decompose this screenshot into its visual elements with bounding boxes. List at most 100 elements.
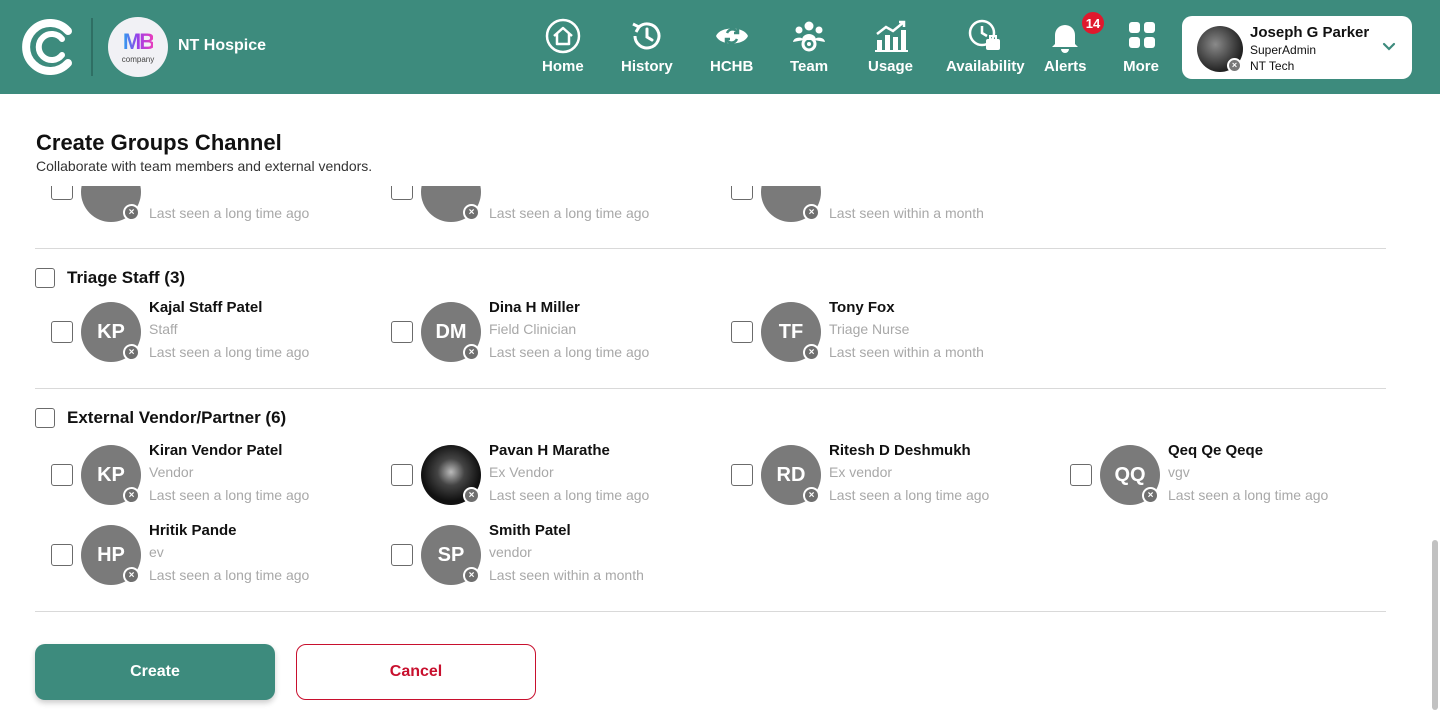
offline-status-icon: × — [463, 204, 480, 221]
offline-status-icon: × — [123, 204, 140, 221]
member-checkbox[interactable] — [1070, 464, 1092, 486]
nav-usage-label: Usage — [868, 58, 914, 75]
offline-status-icon: × — [463, 487, 480, 504]
list-item[interactable]: SP × Smith Patel vendor Last seen within… — [391, 522, 721, 592]
nav-alerts[interactable]: 14 Alerts — [1044, 10, 1106, 80]
nav-more[interactable]: More — [1123, 18, 1159, 80]
member-checkbox[interactable] — [731, 321, 753, 343]
top-navigation-bar: MB company NT Hospice Home History HCHB … — [0, 0, 1440, 94]
member-last-seen: Last seen a long time ago — [489, 344, 650, 360]
member-checkbox[interactable] — [51, 186, 73, 200]
member-name: Hritik Pande — [149, 522, 237, 539]
member-role: ev — [149, 544, 164, 560]
member-last-seen: Last seen a long time ago — [149, 567, 310, 583]
home-icon — [545, 18, 581, 54]
list-item[interactable]: TF × Tony Fox Triage Nurse Last seen wit… — [731, 299, 1061, 369]
member-last-seen: Last seen a long time ago — [1168, 487, 1329, 503]
section-divider — [35, 248, 1386, 249]
nav-hchb-label: HCHB — [710, 58, 754, 75]
group-header-triage-staff: Triage Staff (3) — [35, 268, 185, 288]
user-name: Joseph G Parker — [1250, 24, 1370, 41]
scrollbar[interactable] — [1432, 540, 1438, 710]
history-icon — [632, 22, 661, 50]
member-role: Vendor — [149, 464, 194, 480]
nav-team[interactable]: Team — [790, 18, 828, 80]
member-name: Tony Fox — [829, 299, 895, 316]
chevron-down-icon[interactable] — [1382, 40, 1396, 54]
member-checkbox[interactable] — [51, 321, 73, 343]
group-name: External Vendor/Partner (6) — [67, 408, 287, 427]
offline-status-icon: × — [463, 567, 480, 584]
alerts-count-badge: 14 — [1080, 10, 1106, 36]
list-item[interactable]: KP × Kiran Vendor Patel Vendor Last seen… — [51, 442, 381, 512]
user-org: NT Tech — [1250, 59, 1295, 73]
organization-name: NT Hospice — [178, 37, 267, 54]
list-item[interactable]: KP × Kajal Staff Patel Staff Last seen a… — [51, 299, 381, 369]
nav-team-label: Team — [790, 58, 829, 75]
member-last-seen: Last seen a long time ago — [149, 487, 310, 503]
list-item[interactable]: × Pavan H Marathe Ex Vendor Last seen a … — [391, 442, 721, 512]
group-checkbox[interactable] — [35, 268, 55, 288]
team-icon — [793, 21, 826, 52]
chart-icon — [874, 20, 908, 52]
member-name: Ritesh D Deshmukh — [829, 442, 971, 459]
nav-usage[interactable]: Usage — [868, 18, 913, 80]
member-checkbox[interactable] — [731, 186, 753, 200]
member-name: Kiran Vendor Patel — [149, 442, 283, 459]
bell-icon — [1052, 25, 1079, 53]
company-logo-caption: company — [121, 54, 155, 64]
availability-icon — [969, 19, 1001, 50]
group-header-external-vendor: External Vendor/Partner (6) — [35, 408, 286, 428]
company-logo: MB company — [108, 17, 168, 77]
member-checkbox[interactable] — [391, 186, 413, 200]
app-logo-icon[interactable] — [22, 17, 78, 77]
offline-status-icon: × — [123, 487, 140, 504]
list-item[interactable]: RD × Ritesh D Deshmukh Ex vendor Last se… — [731, 442, 1061, 512]
nav-availability[interactable]: Availability — [946, 18, 1025, 80]
member-checkbox[interactable] — [391, 464, 413, 486]
member-checkbox[interactable] — [391, 321, 413, 343]
member-last-seen: Last seen within a month — [829, 344, 984, 360]
user-profile-menu[interactable]: × Joseph G Parker SuperAdmin NT Tech — [1182, 16, 1412, 79]
offline-status-icon: × — [1142, 487, 1159, 504]
grid-icon — [1129, 22, 1155, 48]
member-last-seen: Last seen a long time ago — [489, 487, 650, 503]
sync-icon — [715, 28, 748, 44]
user-status-icon: × — [1227, 58, 1242, 73]
member-role: vendor — [489, 544, 532, 560]
member-name: Pavan H Marathe — [489, 442, 610, 459]
member-last-seen: Last seen within a month — [829, 205, 984, 221]
header-divider — [91, 18, 93, 76]
member-role: Triage Nurse — [829, 321, 910, 337]
member-last-seen: Last seen a long time ago — [489, 205, 650, 221]
member-checkbox[interactable] — [51, 544, 73, 566]
list-item[interactable]: HP × Hritik Pande ev Last seen a long ti… — [51, 522, 381, 592]
offline-status-icon: × — [803, 487, 820, 504]
cancel-button[interactable]: Cancel — [296, 644, 536, 700]
group-name: Triage Staff (3) — [67, 268, 186, 287]
nav-history-label: History — [621, 58, 673, 75]
nav-hchb[interactable]: HCHB — [710, 18, 753, 80]
page-subtitle: Collaborate with team members and extern… — [36, 158, 373, 174]
list-item[interactable]: × Last seen within a month — [731, 186, 1061, 226]
nav-home[interactable]: Home — [542, 18, 584, 80]
page-title: Create Groups Channel — [36, 130, 282, 155]
member-name: Dina H Miller — [489, 299, 580, 316]
list-item[interactable]: × Last seen a long time ago — [391, 186, 721, 226]
list-item[interactable]: × Last seen a long time ago — [51, 186, 381, 226]
user-role: SuperAdmin — [1250, 43, 1317, 57]
member-checkbox[interactable] — [731, 464, 753, 486]
member-last-seen: Last seen a long time ago — [149, 205, 310, 221]
list-item[interactable]: DM × Dina H Miller Field Clinician Last … — [391, 299, 721, 369]
create-button[interactable]: Create — [35, 644, 275, 700]
member-checkbox[interactable] — [391, 544, 413, 566]
list-item[interactable]: QQ × Qeq Qe Qeqe vgv Last seen a long ti… — [1070, 442, 1390, 512]
offline-status-icon: × — [123, 344, 140, 361]
member-role: vgv — [1168, 464, 1190, 480]
group-checkbox[interactable] — [35, 408, 55, 428]
member-checkbox[interactable] — [51, 464, 73, 486]
member-role: Ex vendor — [829, 464, 893, 480]
offline-status-icon: × — [803, 344, 820, 361]
section-divider — [35, 388, 1386, 389]
nav-history[interactable]: History — [621, 18, 673, 80]
